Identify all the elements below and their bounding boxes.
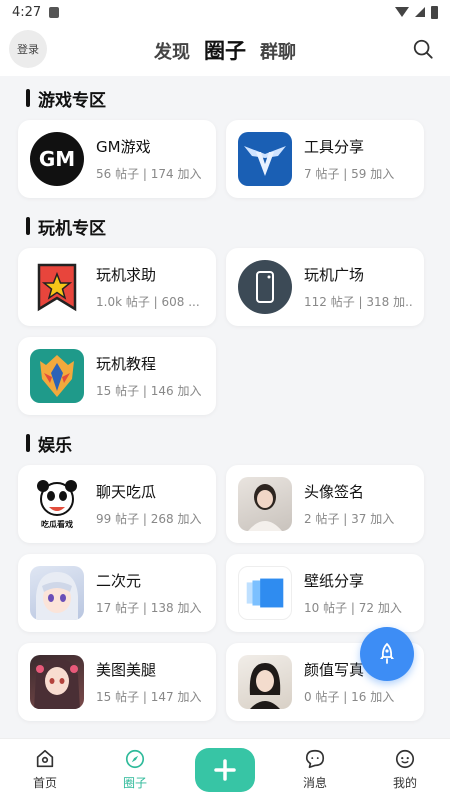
home-icon bbox=[36, 749, 54, 768]
section-title-entertainment: 娱乐 bbox=[0, 421, 450, 465]
tab-group-chat[interactable]: 群聊 bbox=[260, 38, 296, 64]
circle-stats: 17 帖子 | 138 加入 bbox=[96, 601, 202, 615]
anime-character-icon bbox=[30, 566, 84, 620]
top-tabs: 发现 圈子 群聊 bbox=[154, 35, 296, 65]
nav-mine-label: 我的 bbox=[392, 776, 417, 790]
nav-home[interactable]: 首页 bbox=[0, 748, 90, 791]
top-bar: 登录 发现 圈子 群聊 bbox=[0, 24, 450, 76]
rocket-icon bbox=[380, 642, 394, 664]
notification-icon bbox=[49, 6, 60, 18]
profile-icon bbox=[395, 749, 415, 769]
gm-logo-text: GM bbox=[38, 147, 76, 171]
panda-meme-icon: 吃瓜看戏 bbox=[30, 477, 84, 531]
circle-name: 美图美腿 bbox=[96, 661, 157, 679]
section-marker bbox=[26, 434, 30, 452]
star-banner-icon bbox=[30, 260, 84, 314]
circle-card-phone-tutorial[interactable]: 玩机教程 15 帖子 | 146 加入 bbox=[18, 337, 216, 415]
circle-stats: 15 帖子 | 147 加入 bbox=[96, 690, 202, 704]
circle-name: 玩机教程 bbox=[96, 355, 157, 373]
nav-add[interactable] bbox=[180, 747, 270, 792]
section-title-games: 游戏专区 bbox=[0, 76, 450, 120]
circle-card-phone-help[interactable]: 玩机求助 1.0k 帖子 | 608 ... bbox=[18, 248, 216, 326]
phone-icon bbox=[238, 260, 292, 314]
circle-name: 玩机求助 bbox=[96, 266, 157, 284]
section-title-phone: 玩机专区 bbox=[0, 204, 450, 248]
circle-card-beauty-photos[interactable]: 美图美腿 15 帖子 | 147 加入 bbox=[18, 643, 216, 721]
winged-v-logo-icon bbox=[238, 132, 292, 186]
circle-card-avatar-signature[interactable]: 头像签名 2 帖子 | 37 加入 bbox=[226, 465, 424, 543]
section-title-text: 玩机专区 bbox=[38, 218, 106, 239]
circle-stats: 7 帖子 | 59 加入 bbox=[304, 167, 395, 181]
wallpaper-icon bbox=[238, 566, 292, 620]
add-post-button[interactable] bbox=[195, 747, 255, 792]
search-icon[interactable] bbox=[412, 38, 434, 60]
login-button[interactable]: 登录 bbox=[9, 30, 47, 68]
section-marker bbox=[26, 89, 30, 107]
circle-stats: 56 帖子 | 174 加入 bbox=[96, 167, 202, 181]
circle-card-chat-gossip[interactable]: 吃瓜看戏 聊天吃瓜 99 帖子 | 268 加入 bbox=[18, 465, 216, 543]
circle-card-gm-games[interactable]: GM GM游戏 56 帖子 | 174 加入 bbox=[18, 120, 216, 198]
magisk-mask-icon bbox=[30, 349, 84, 403]
tab-circle[interactable]: 圈子 bbox=[204, 35, 246, 65]
section-title-text: 娱乐 bbox=[38, 435, 72, 456]
wifi-icon bbox=[395, 7, 409, 17]
circle-stats: 112 帖子 | 318 加... bbox=[304, 295, 412, 309]
nav-circle[interactable]: 圈子 bbox=[90, 748, 180, 791]
circle-card-wallpaper-share[interactable]: 壁纸分享 10 帖子 | 72 加入 bbox=[226, 554, 424, 632]
nav-messages-label: 消息 bbox=[302, 776, 327, 790]
nav-home-label: 首页 bbox=[32, 776, 57, 790]
circle-list: 游戏专区 GM GM游戏 56 帖子 | 174 加入 工具分享 7 帖子 | … bbox=[0, 76, 450, 791]
plus-icon bbox=[214, 758, 236, 781]
circle-name: 二次元 bbox=[96, 572, 142, 590]
meme-caption: 吃瓜看戏 bbox=[41, 519, 73, 529]
circle-card-phone-square[interactable]: 玩机广场 112 帖子 | 318 加... bbox=[226, 248, 424, 326]
circle-name: 聊天吃瓜 bbox=[96, 483, 157, 501]
circle-stats: 15 帖子 | 146 加入 bbox=[96, 384, 202, 398]
nav-messages[interactable]: 消息 bbox=[270, 748, 360, 791]
nav-mine[interactable]: 我的 bbox=[360, 748, 450, 791]
battery-icon bbox=[431, 5, 438, 19]
signal-icon bbox=[415, 7, 425, 17]
circle-name: 壁纸分享 bbox=[304, 572, 365, 590]
portrait-photo-icon bbox=[238, 477, 292, 531]
bottom-nav: 首页 圈子 消息 我的 bbox=[0, 738, 450, 800]
compass-icon bbox=[125, 749, 145, 769]
circle-stats: 10 帖子 | 72 加入 bbox=[304, 601, 402, 615]
circle-card-anime[interactable]: 二次元 17 帖子 | 138 加入 bbox=[18, 554, 216, 632]
circle-stats: 1.0k 帖子 | 608 ... bbox=[96, 295, 200, 309]
nav-circle-label: 圈子 bbox=[122, 776, 147, 790]
gm-logo-icon: GM bbox=[30, 132, 84, 186]
circle-name: 工具分享 bbox=[304, 138, 365, 156]
tab-discover[interactable]: 发现 bbox=[154, 38, 190, 64]
status-bar: 4:27 bbox=[0, 0, 450, 24]
chat-bubble-icon bbox=[305, 749, 325, 769]
circle-stats: 2 帖子 | 37 加入 bbox=[304, 512, 395, 526]
section-title-text: 游戏专区 bbox=[38, 90, 106, 111]
anime-girl-icon bbox=[30, 655, 84, 709]
section-marker bbox=[26, 217, 30, 235]
circle-card-tool-share[interactable]: 工具分享 7 帖子 | 59 加入 bbox=[226, 120, 424, 198]
portrait-woman-icon bbox=[238, 655, 292, 709]
circle-stats: 99 帖子 | 268 加入 bbox=[96, 512, 202, 526]
circle-name: 玩机广场 bbox=[304, 266, 365, 284]
circle-name: GM游戏 bbox=[96, 138, 151, 156]
circle-name: 头像签名 bbox=[304, 483, 365, 501]
circle-stats: 0 帖子 | 16 加入 bbox=[304, 690, 395, 704]
rocket-fab-button[interactable] bbox=[360, 627, 414, 681]
status-time: 4:27 bbox=[12, 4, 42, 20]
